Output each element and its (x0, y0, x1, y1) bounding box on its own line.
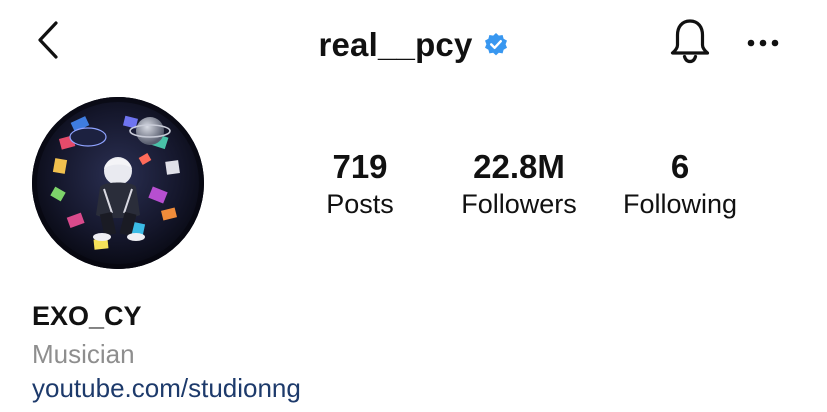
posts-stat[interactable]: 719 Posts (270, 148, 450, 222)
posts-count: 719 (332, 148, 388, 185)
more-options-button[interactable] (742, 26, 784, 62)
followers-count: 22.8M (473, 148, 565, 185)
notifications-button[interactable] (666, 18, 714, 68)
more-horizontal-icon (746, 35, 780, 53)
following-stat[interactable]: 6 Following (590, 148, 770, 222)
followers-stat[interactable]: 22.8M Followers (429, 148, 609, 222)
username-title: real__pcy (318, 25, 473, 63)
profile-avatar[interactable] (32, 97, 204, 269)
profile-category: Musician (32, 339, 135, 369)
back-button[interactable] (30, 20, 66, 64)
verified-badge-icon (483, 32, 509, 58)
posts-label: Posts (326, 189, 394, 219)
bio-website-link[interactable]: youtube.com/studionng (32, 370, 301, 406)
followers-label: Followers (461, 189, 577, 219)
following-count: 6 (670, 148, 690, 185)
display-name: EXO_CY (32, 301, 142, 331)
following-label: Following (622, 189, 738, 219)
chevron-left-icon (36, 20, 60, 65)
bell-icon (668, 17, 712, 70)
